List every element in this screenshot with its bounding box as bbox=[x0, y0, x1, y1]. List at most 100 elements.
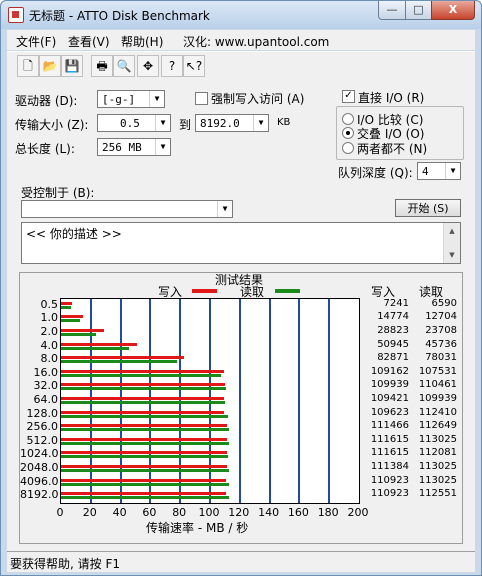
direct-io-checkbox[interactable]: ✓ bbox=[342, 90, 355, 103]
close-button[interactable]: X bbox=[431, 1, 475, 20]
write-bar bbox=[61, 315, 83, 319]
menu-file[interactable]: 文件(F) bbox=[16, 33, 56, 50]
chart-plot-area bbox=[60, 298, 360, 504]
x-tick-label: 200 bbox=[347, 506, 369, 519]
drive-select[interactable]: [-g-] ▼ bbox=[97, 90, 165, 108]
read-value: 112551 bbox=[418, 488, 457, 500]
print-preview-icon[interactable]: 🔍 bbox=[113, 55, 135, 77]
print-icon[interactable]: 🖶 bbox=[91, 55, 113, 77]
menu-view[interactable]: 查看(V) bbox=[68, 33, 110, 50]
y-tick-label: 1024.0 bbox=[20, 447, 59, 461]
chevron-down-icon: ▼ bbox=[217, 201, 232, 217]
y-tick-label: 4.0 bbox=[40, 338, 59, 352]
write-bar bbox=[61, 424, 228, 428]
write-value: 109162 bbox=[370, 365, 409, 377]
read-bar bbox=[61, 305, 71, 309]
legend-read-swatch bbox=[275, 289, 300, 293]
read-value: 113025 bbox=[418, 433, 457, 445]
open-icon[interactable]: 📂 bbox=[39, 55, 61, 77]
save-icon[interactable]: 💾 bbox=[61, 55, 83, 77]
write-value: 110923 bbox=[370, 474, 409, 486]
window-title: 无标题 - ATTO Disk Benchmark bbox=[29, 9, 210, 23]
minimize-button[interactable]: — bbox=[378, 1, 406, 20]
total-length-select[interactable]: 256 MB ▼ bbox=[97, 138, 171, 156]
y-tick-label: 64.0 bbox=[33, 393, 59, 406]
x-tick-label: 160 bbox=[287, 506, 309, 519]
y-tick-label: 8.0 bbox=[40, 352, 59, 366]
direct-io-label: 直接 I/O (R) bbox=[358, 91, 425, 105]
menu-localized[interactable]: 汉化: www.upantool.com bbox=[183, 33, 329, 50]
write-bar bbox=[61, 383, 225, 387]
read-value: 107531 bbox=[418, 365, 457, 377]
write-value: 7241 bbox=[383, 297, 409, 309]
x-axis-title: 传输速率 - MB / 秒 bbox=[146, 521, 249, 535]
write-value: 110923 bbox=[370, 488, 409, 500]
controlled-by-select[interactable]: ▼ bbox=[21, 200, 233, 218]
write-value: 109623 bbox=[370, 406, 409, 418]
queue-depth-select[interactable]: 4 ▼ bbox=[417, 162, 461, 180]
read-value: 12704 bbox=[425, 311, 457, 323]
queue-depth-label: 队列深度 (Q): bbox=[338, 166, 413, 180]
description-field[interactable]: << 你的描述 >> ▲ ▼ bbox=[21, 222, 461, 264]
read-value: 112410 bbox=[418, 406, 457, 418]
read-bar bbox=[61, 428, 229, 432]
read-bar bbox=[61, 401, 225, 404]
read-value: 112649 bbox=[418, 420, 457, 432]
write-bar bbox=[61, 342, 137, 346]
write-value: 111615 bbox=[370, 433, 409, 445]
y-tick-label: 4096.0 bbox=[20, 474, 59, 488]
chevron-down-icon: ▼ bbox=[155, 139, 170, 155]
overlap-io-radio[interactable] bbox=[342, 127, 354, 139]
transfer-from-select[interactable]: 0.5 ▼ bbox=[97, 114, 171, 132]
x-tick-label: 40 bbox=[112, 506, 127, 519]
write-value: 28823 bbox=[377, 325, 409, 336]
y-tick-label: 512.0 bbox=[26, 433, 59, 447]
transfer-from-value: 0.5 bbox=[120, 117, 140, 130]
app-icon bbox=[8, 7, 24, 23]
x-tick-label: 120 bbox=[228, 506, 250, 519]
gridline bbox=[298, 299, 301, 503]
new-icon[interactable]: 🗋 bbox=[17, 55, 39, 77]
force-write-checkbox[interactable] bbox=[195, 92, 208, 105]
x-tick-label: 60 bbox=[142, 506, 157, 519]
x-tick-label: 140 bbox=[258, 506, 280, 519]
help-icon[interactable]: ? bbox=[161, 55, 183, 77]
move-icon[interactable]: ✥ bbox=[137, 55, 159, 77]
gridline bbox=[238, 299, 241, 503]
x-tick-label: 20 bbox=[82, 506, 97, 519]
read-bar bbox=[61, 387, 226, 391]
y-tick-label: 8192.0 bbox=[20, 488, 59, 502]
io-compare-radio[interactable] bbox=[342, 113, 354, 125]
y-tick-label: 128.0 bbox=[26, 406, 59, 420]
description-scrollbar[interactable]: ▲ ▼ bbox=[443, 223, 460, 263]
write-value: 111466 bbox=[370, 420, 409, 432]
write-bar bbox=[61, 301, 72, 305]
description-text: << 你的描述 >> bbox=[26, 227, 122, 241]
to-label: 到 bbox=[179, 118, 192, 132]
neither-label: 两者都不 (N) bbox=[357, 142, 428, 156]
chevron-down-icon: ▼ bbox=[253, 115, 268, 131]
x-tick-label: 80 bbox=[172, 506, 187, 519]
transfer-to-select[interactable]: 8192.0 ▼ bbox=[195, 114, 269, 132]
scroll-down-icon[interactable]: ▼ bbox=[444, 247, 460, 263]
write-value: 109421 bbox=[370, 393, 409, 404]
read-bar bbox=[61, 373, 222, 377]
start-button[interactable]: 开始 (S) bbox=[395, 199, 461, 217]
write-bar bbox=[61, 397, 225, 400]
read-bar bbox=[61, 414, 229, 418]
total-length-label: 总长度 (L): bbox=[15, 142, 75, 156]
neither-radio[interactable] bbox=[342, 142, 354, 154]
read-bar bbox=[61, 455, 228, 459]
scroll-up-icon[interactable]: ▲ bbox=[444, 223, 460, 239]
context-help-icon[interactable]: ↖? bbox=[183, 55, 205, 77]
write-bar bbox=[61, 492, 227, 496]
menu-help[interactable]: 帮助(H) bbox=[121, 33, 163, 50]
write-bar bbox=[61, 410, 225, 414]
title-bar[interactable]: 无标题 - ATTO Disk Benchmark — □ X bbox=[1, 1, 481, 29]
chevron-down-icon: ▼ bbox=[445, 163, 460, 179]
maximize-button[interactable]: □ bbox=[405, 1, 432, 20]
chevron-down-icon: ▼ bbox=[149, 91, 164, 107]
read-value: 78031 bbox=[425, 352, 457, 364]
write-value: 82871 bbox=[377, 352, 409, 364]
read-bar bbox=[61, 360, 178, 364]
